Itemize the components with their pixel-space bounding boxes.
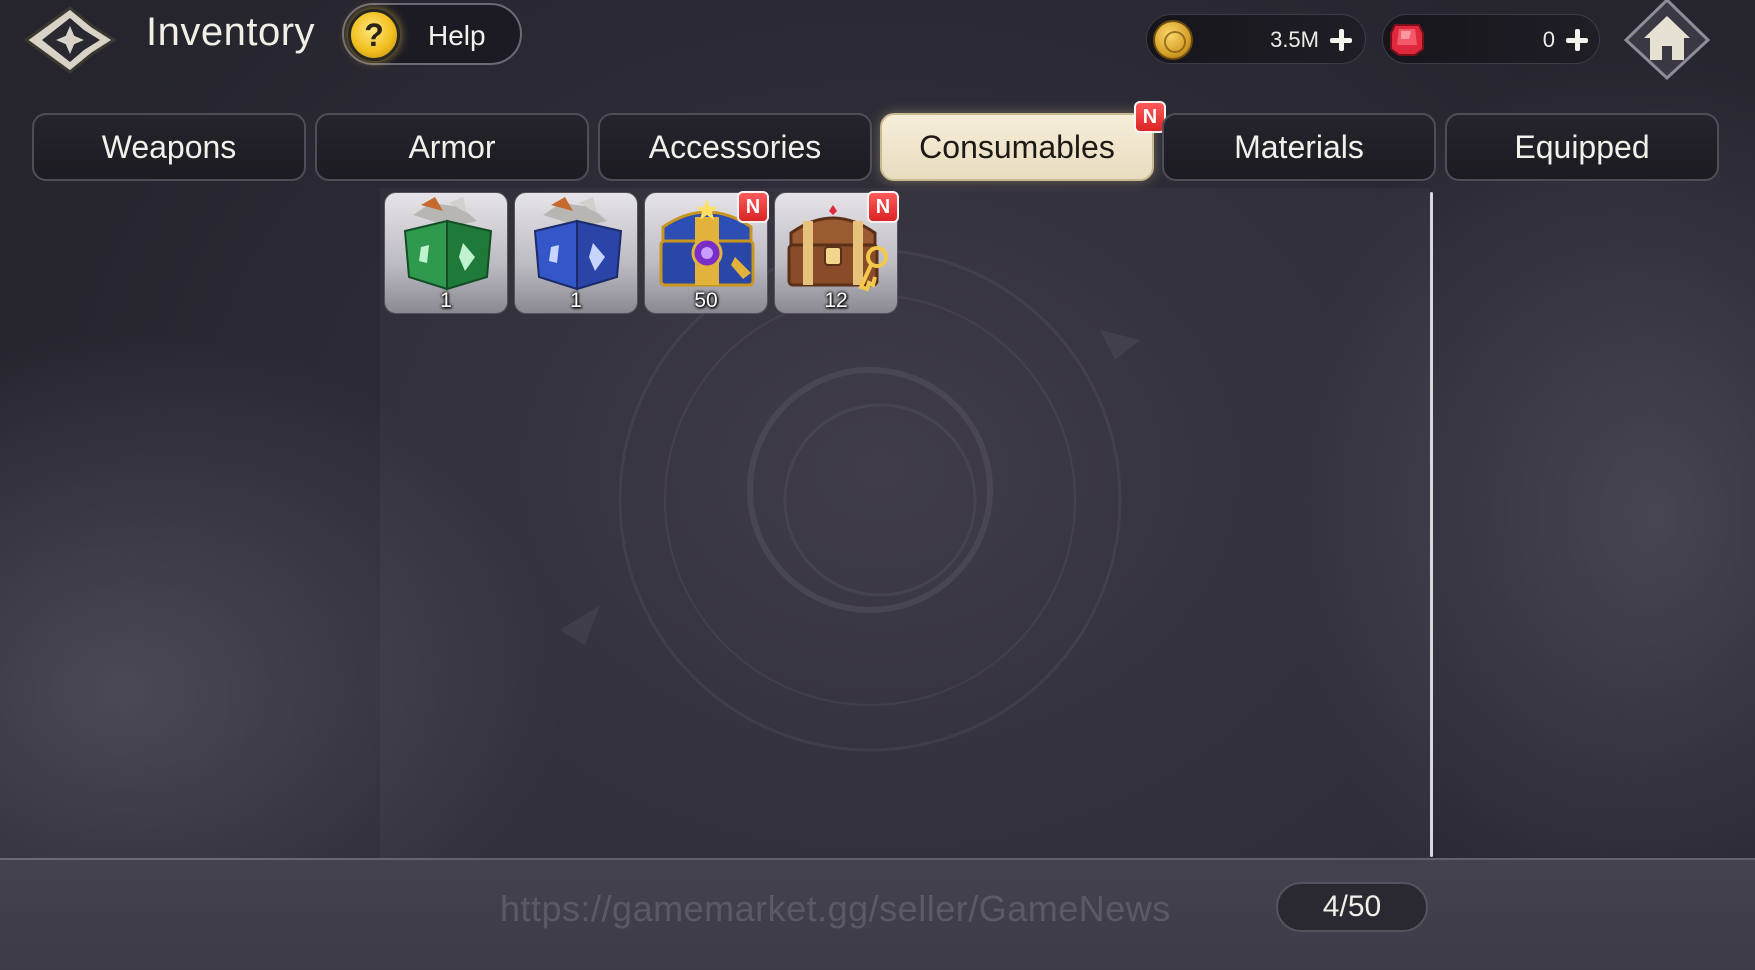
- tab-materials[interactable]: Materials: [1162, 113, 1436, 181]
- item-quantity: 1: [440, 289, 452, 312]
- help-label: Help: [428, 20, 486, 51]
- page-title: Inventory: [146, 10, 316, 54]
- ornate-back-arrow-icon: [23, 6, 117, 74]
- back-button[interactable]: [22, 2, 118, 78]
- footer-divider: [0, 858, 1755, 860]
- tab-label: Weapons: [101, 128, 237, 165]
- item-quantity: 50: [694, 289, 718, 312]
- house-icon: [1623, 0, 1711, 81]
- new-badge: N: [737, 191, 769, 223]
- blue-equipment-box-icon: [533, 197, 623, 291]
- add-gold-button[interactable]: [1325, 24, 1357, 56]
- tab-label: Armor: [408, 128, 496, 165]
- background-fog: [0, 300, 600, 860]
- gold-coin-icon: [1153, 20, 1193, 60]
- gem-amount: 0: [1542, 27, 1555, 52]
- tab-label: Accessories: [648, 128, 822, 165]
- gold-currency-display: 3.5M: [1146, 14, 1366, 64]
- question-mark-icon: ?: [348, 9, 400, 61]
- item-quantity: 1: [570, 289, 582, 312]
- background-emblem-icon: [560, 250, 1140, 752]
- tab-armor[interactable]: Armor: [315, 113, 589, 181]
- scrollbar-track[interactable]: [1430, 192, 1433, 857]
- add-gem-button[interactable]: [1561, 24, 1593, 56]
- red-gem-icon: [1390, 24, 1424, 56]
- tab-label: Equipped: [1514, 128, 1650, 165]
- gold-amount: 3.5M: [1270, 27, 1319, 52]
- item-quantity: 12: [824, 289, 848, 312]
- tab-equipped[interactable]: Equipped: [1445, 113, 1719, 181]
- tab-weapons[interactable]: Weapons: [32, 113, 306, 181]
- inventory-item[interactable]: 50 N: [644, 191, 769, 314]
- tab-label: Consumables: [919, 128, 1115, 165]
- inventory-item[interactable]: 1: [384, 192, 508, 314]
- tab-label: Materials: [1234, 128, 1364, 165]
- new-badge: N: [867, 191, 899, 223]
- tab-consumables[interactable]: Consumables N: [880, 101, 1166, 181]
- inventory-count: 4/50: [1276, 882, 1428, 932]
- home-button[interactable]: [1622, 0, 1712, 81]
- watermark: https://gamemarket.gg/seller/GameNews: [500, 888, 1171, 929]
- tab-accessories[interactable]: Accessories: [598, 113, 872, 181]
- inventory-item[interactable]: 12 N: [774, 191, 899, 314]
- inventory-item[interactable]: 1: [514, 192, 638, 314]
- gem-currency-display: 0: [1382, 14, 1600, 64]
- help-button[interactable]: ? Help: [342, 3, 522, 65]
- green-equipment-box-icon: [403, 197, 493, 291]
